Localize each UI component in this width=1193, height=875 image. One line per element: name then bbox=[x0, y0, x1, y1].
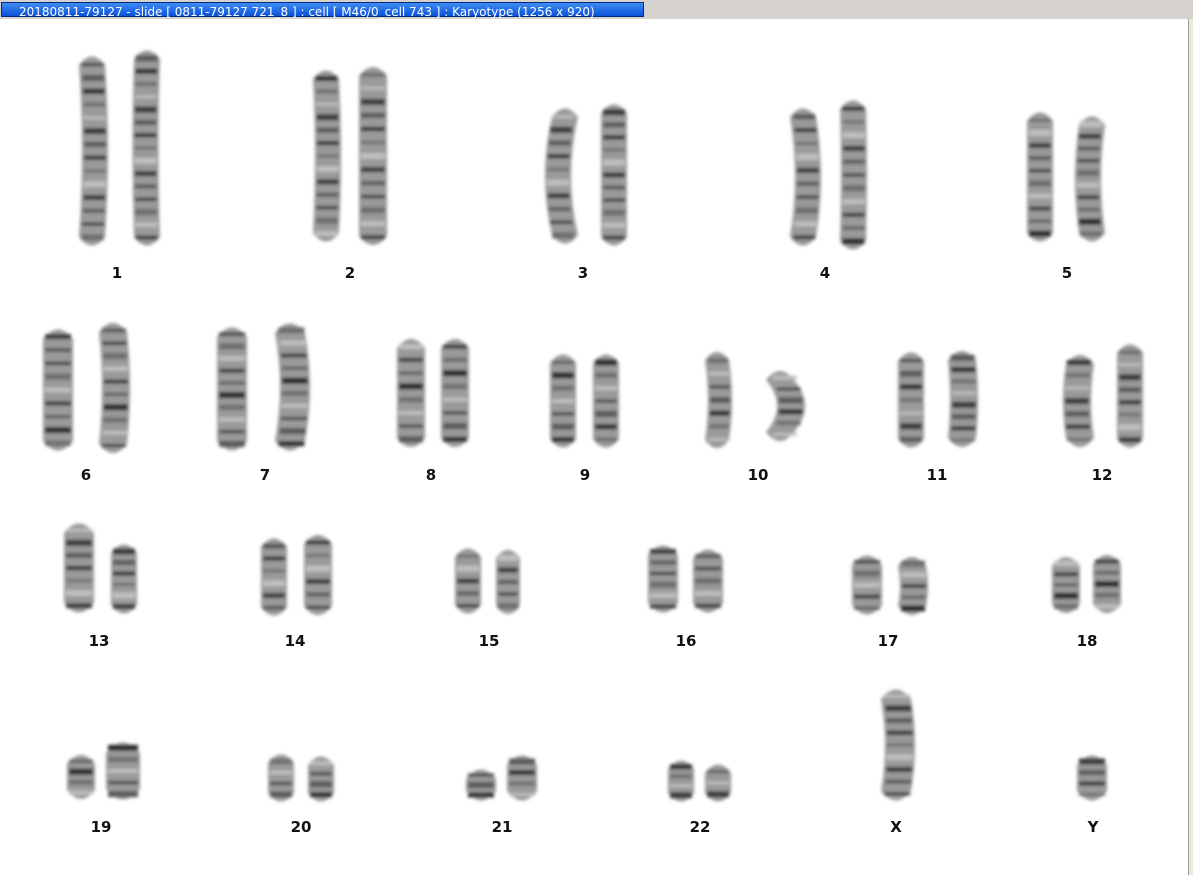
chromosome-12-b bbox=[1117, 344, 1143, 448]
chromosome-16-b bbox=[693, 549, 723, 613]
chromosome-label-10: 10 bbox=[747, 466, 769, 484]
chromosome-14-a bbox=[261, 538, 287, 616]
chromosome-11-b bbox=[948, 351, 978, 447]
chromosome-label-14: 14 bbox=[284, 632, 306, 650]
chromosome-label-22: 22 bbox=[689, 818, 711, 836]
chromosome-7-a bbox=[217, 327, 247, 451]
chromosome-10-a bbox=[705, 352, 732, 448]
chromosome-label-y: Y bbox=[1087, 818, 1099, 836]
chromosome-20-a bbox=[268, 754, 294, 802]
chromosome-13-b bbox=[111, 544, 137, 614]
chromosome-label-2: 2 bbox=[344, 264, 356, 282]
chromosome-21-b bbox=[507, 755, 537, 801]
chromosome-label-17: 17 bbox=[877, 632, 899, 650]
chromosome-label-18: 18 bbox=[1076, 632, 1098, 650]
chromosome-4-b bbox=[840, 100, 867, 250]
chromosome-8-a bbox=[397, 339, 425, 447]
chromosome-Y-b bbox=[1077, 755, 1107, 801]
chromosome-21-a bbox=[466, 769, 496, 801]
chromosome-label-11: 11 bbox=[926, 466, 948, 484]
chromosome-label-8: 8 bbox=[425, 466, 437, 484]
chromosome-label-13: 13 bbox=[88, 632, 110, 650]
chromosome-label-21: 21 bbox=[491, 818, 513, 836]
chromosome-label-15: 15 bbox=[478, 632, 500, 650]
chromosome-20-b bbox=[308, 756, 334, 802]
chromosome-label-7: 7 bbox=[259, 466, 271, 484]
chromosome-label-1: 1 bbox=[111, 264, 123, 282]
chromosome-15-b bbox=[496, 550, 520, 614]
chromosome-6-b bbox=[99, 323, 130, 453]
chromosome-14-b bbox=[304, 535, 332, 615]
chromosome-10-b bbox=[766, 371, 805, 441]
chromosome-label-20: 20 bbox=[290, 818, 312, 836]
chromosome-label-x: X bbox=[890, 818, 902, 836]
chromosome-12-a bbox=[1063, 355, 1094, 447]
chromosome-2-a bbox=[313, 70, 341, 242]
chromosome-8-b bbox=[441, 339, 469, 447]
chromosome-label-5: 5 bbox=[1061, 264, 1073, 282]
chromosome-label-19: 19 bbox=[90, 818, 112, 836]
chromosome-17-a bbox=[852, 555, 882, 615]
chromosome-5-b bbox=[1075, 116, 1105, 242]
chromosome-label-4: 4 bbox=[819, 264, 831, 282]
chromosome-16-a bbox=[648, 545, 678, 613]
chromosome-label-6: 6 bbox=[80, 466, 92, 484]
chromosome-18-b bbox=[1093, 555, 1121, 613]
chromosome-9-a bbox=[550, 354, 576, 448]
chromosome-18-a bbox=[1052, 557, 1080, 613]
chromosome-3-b bbox=[601, 104, 627, 246]
chromosome-7-b bbox=[275, 323, 310, 451]
chromosome-1-a bbox=[79, 56, 108, 246]
chromosome-4-a bbox=[790, 108, 821, 246]
chromosome-22-a bbox=[668, 760, 694, 802]
chromosome-6-a bbox=[43, 329, 73, 451]
chromosome-2-b bbox=[359, 67, 387, 245]
chromosome-label-12: 12 bbox=[1091, 466, 1113, 484]
karyotype-image bbox=[43, 50, 1143, 802]
chromosome-5-a bbox=[1027, 112, 1053, 242]
chromosome-9-b bbox=[593, 354, 619, 448]
chromosome-label-9: 9 bbox=[579, 466, 591, 484]
chromosome-11-a bbox=[898, 352, 924, 448]
chromosome-22-b bbox=[705, 764, 731, 802]
chromosome-15-a bbox=[455, 548, 481, 614]
chromosome-X-a bbox=[881, 689, 915, 801]
chromosome-19-a bbox=[67, 755, 95, 799]
chromosome-1-b bbox=[132, 50, 160, 246]
chromosome-17-b bbox=[898, 557, 928, 615]
chromosome-label-16: 16 bbox=[675, 632, 697, 650]
chromosome-3-a bbox=[545, 108, 578, 244]
chromosome-13-a bbox=[64, 523, 94, 613]
chromosome-label-3: 3 bbox=[577, 264, 589, 282]
chromosome-19-b bbox=[106, 742, 140, 800]
